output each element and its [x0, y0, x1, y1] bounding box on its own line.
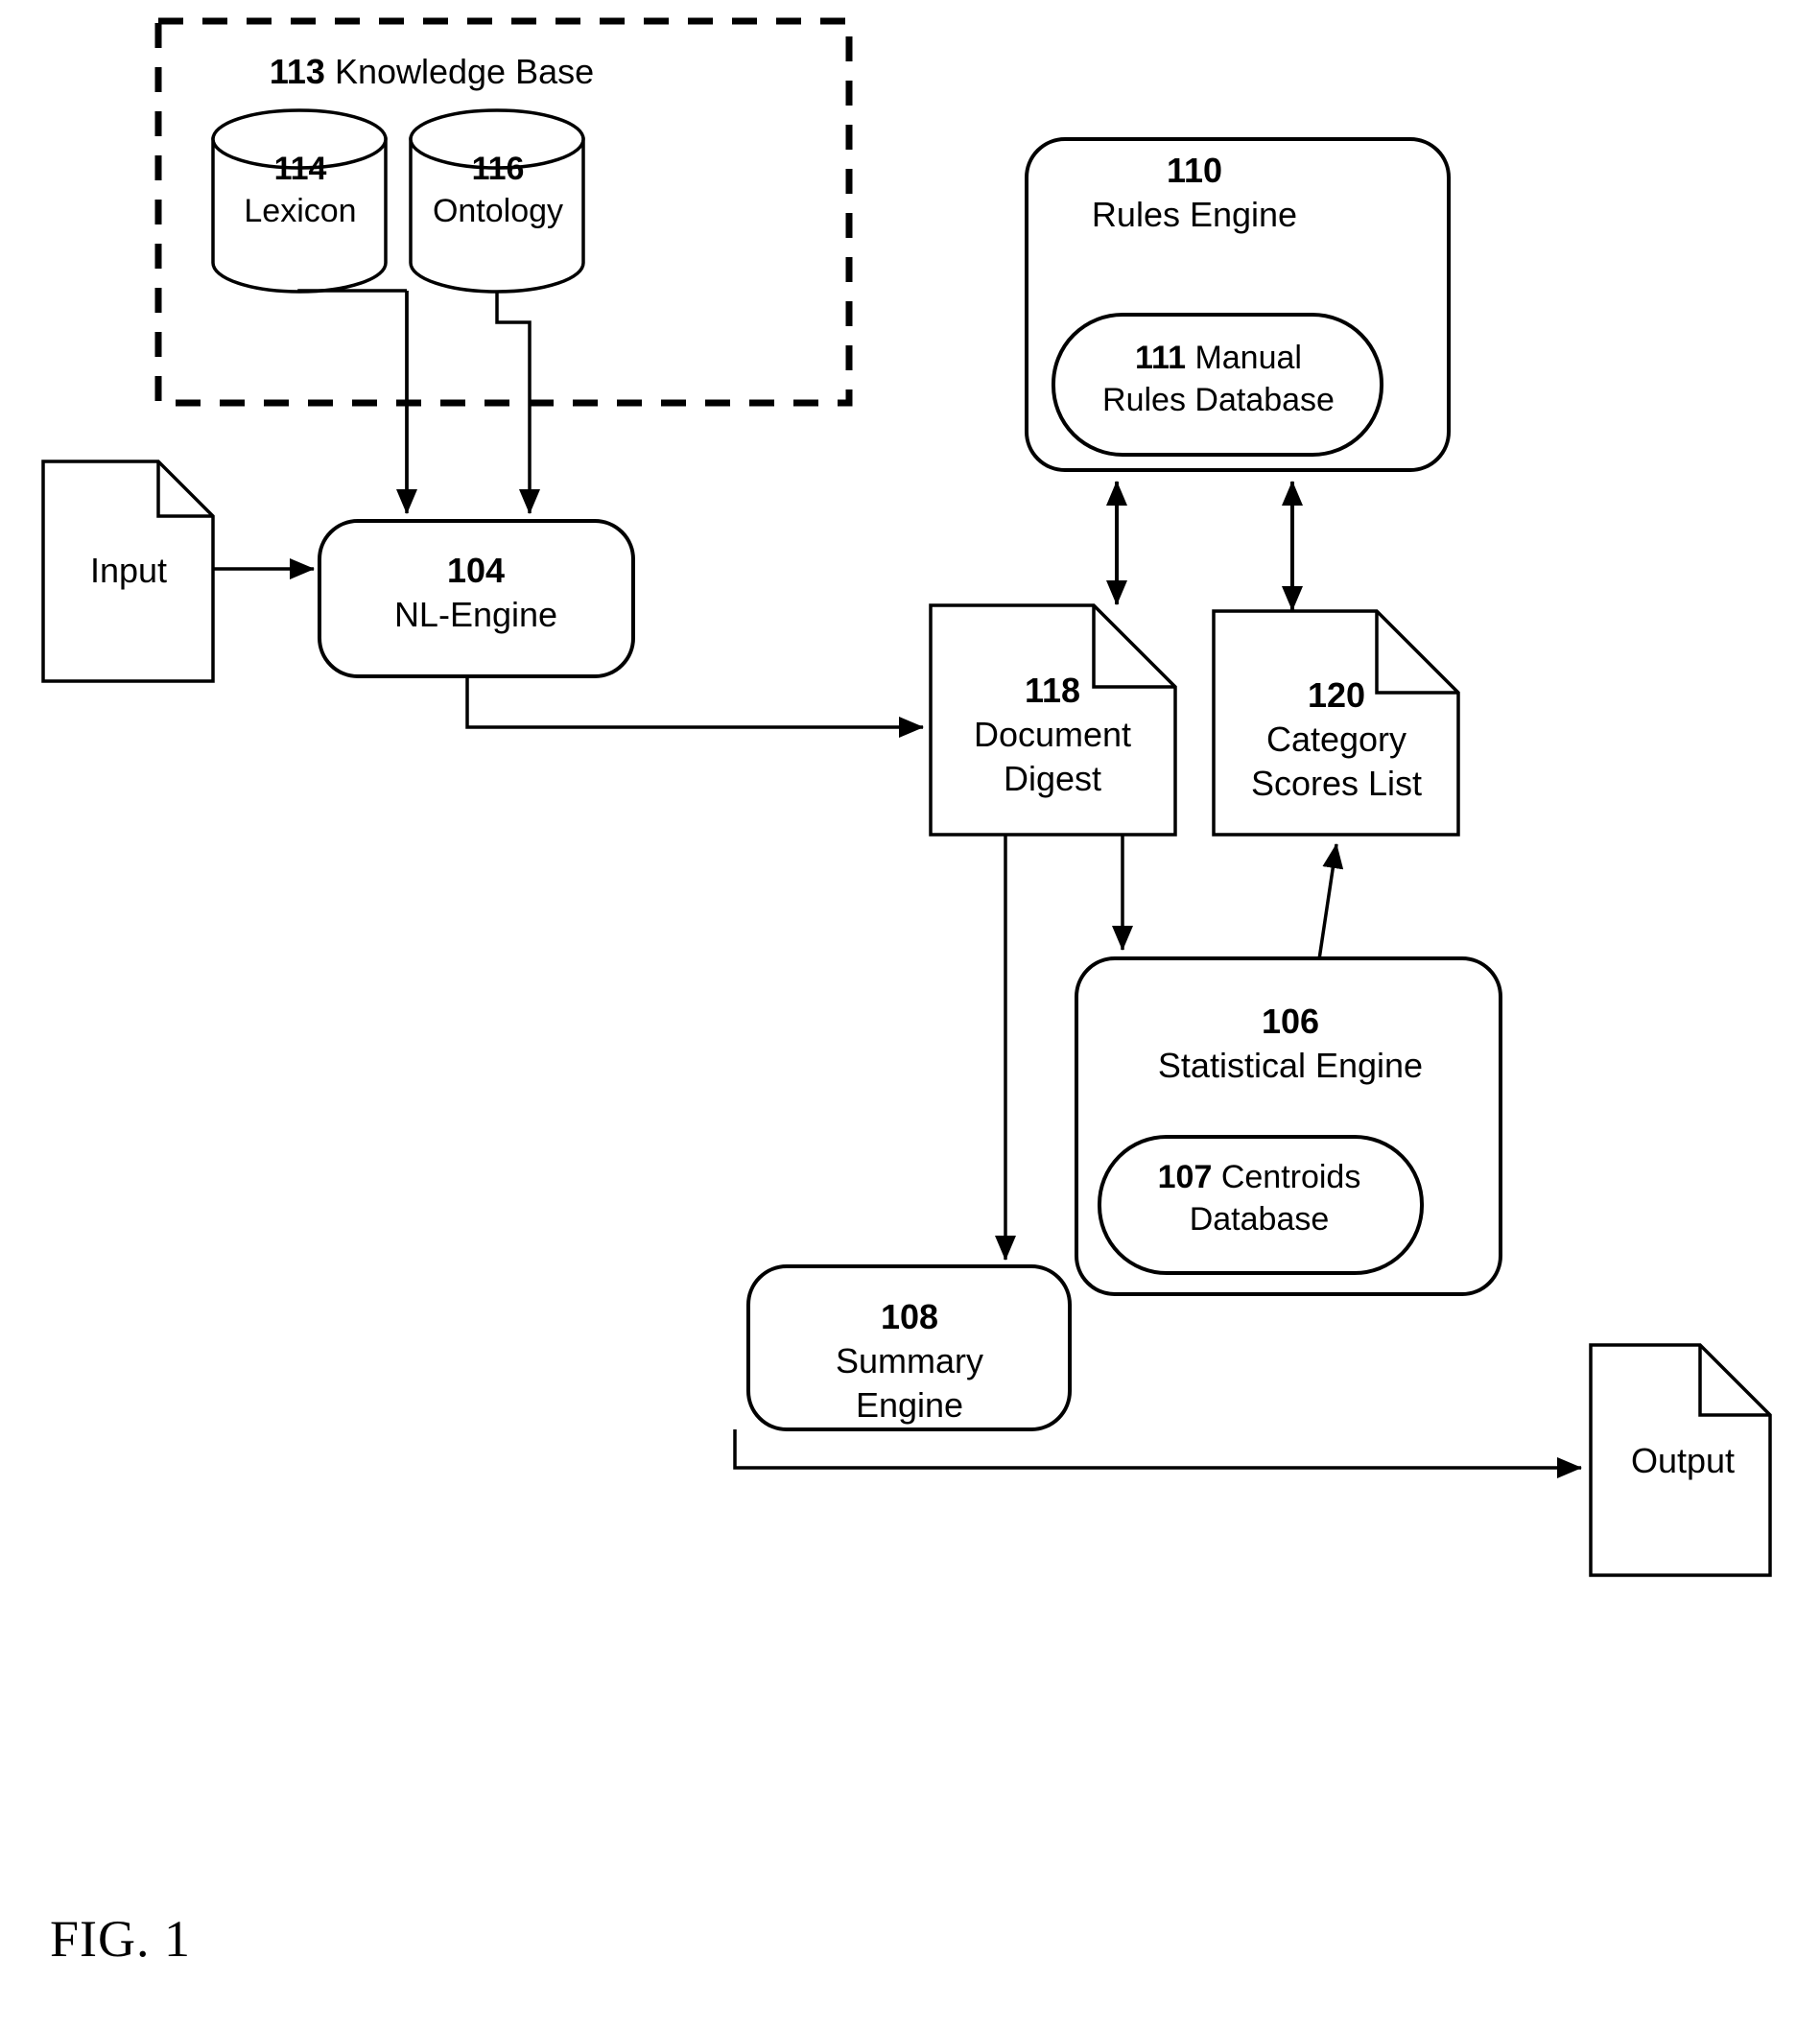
input-document-shape [41, 460, 215, 683]
document-digest-shape [929, 603, 1177, 837]
category-scores-list-shape [1212, 609, 1460, 837]
block-diagram-canvas [41, 17, 1772, 1577]
edge-nl-engine-to-document-digest [465, 676, 924, 738]
edge-summary-engine-to-output [733, 1429, 1582, 1478]
figure-caption: FIG. 1 [50, 1910, 192, 1968]
patent-figure-page: 113 Knowledge Base 114 Lexicon 116 Ontolog… [0, 0, 1820, 2029]
output-document-shape [1589, 1343, 1772, 1577]
centroids-database-shape [1098, 1135, 1424, 1275]
summary-engine-shape [746, 1264, 1072, 1431]
nl-engine-shape [318, 519, 635, 678]
lexicon-cylinder [211, 108, 388, 294]
manual-rules-database-shape [1052, 313, 1383, 457]
ontology-cylinder [409, 108, 585, 294]
edge-statistical-engine-to-category-scores [1317, 843, 1344, 960]
